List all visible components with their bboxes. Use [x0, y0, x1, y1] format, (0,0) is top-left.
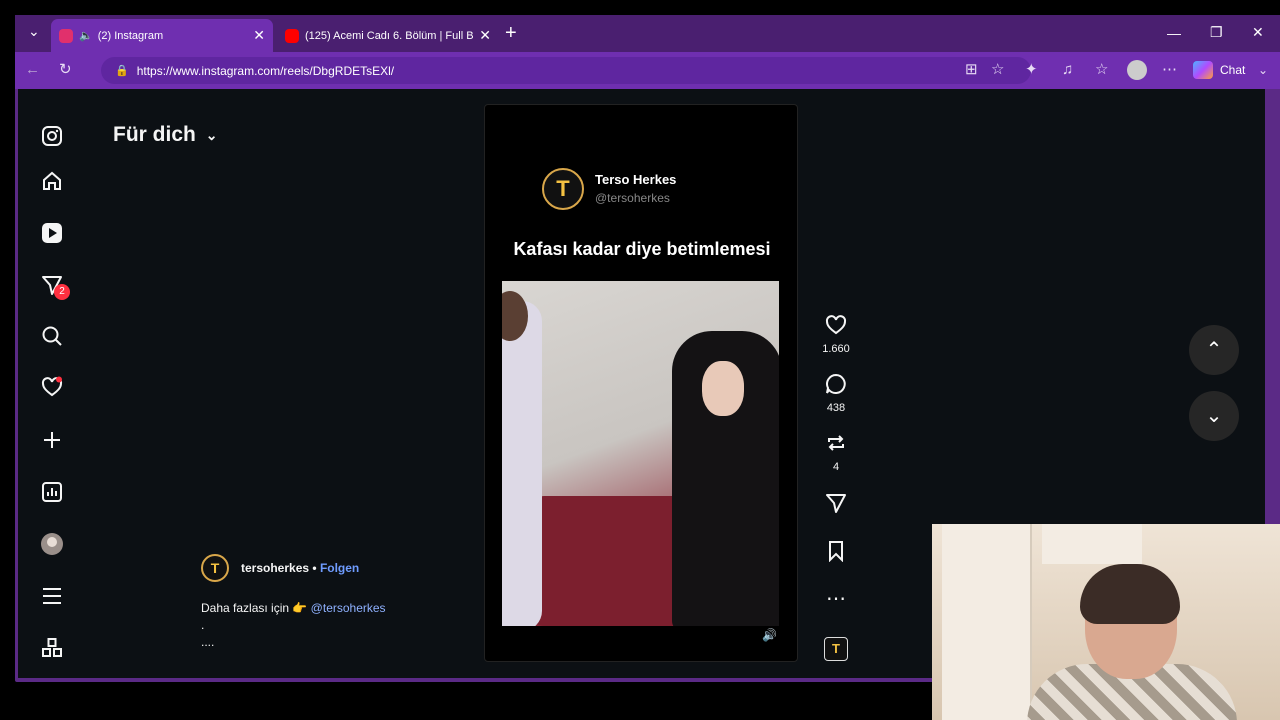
- comments-count: 438: [826, 402, 846, 414]
- chevron-up-icon: ⌃: [1205, 339, 1223, 361]
- search-icon[interactable]: [40, 325, 64, 349]
- copilot-icon[interactable]: [1193, 61, 1213, 79]
- heart-icon: [818, 314, 854, 342]
- like-button[interactable]: 1.660: [818, 314, 854, 355]
- separator: •: [312, 561, 317, 575]
- media-icon[interactable]: ♫: [1062, 61, 1073, 79]
- previous-reel-button[interactable]: ⌃: [1189, 325, 1239, 375]
- author-username[interactable]: tersoherkes: [241, 561, 309, 575]
- share-icon: [818, 492, 854, 520]
- home-icon[interactable]: [40, 170, 64, 194]
- reel-caption: Kafası kadar diye betimlemesi: [513, 239, 771, 259]
- reel-player[interactable]: T Terso Herkes @tersoherkes Kafası kadar…: [484, 104, 798, 662]
- tab-instagram[interactable]: 🔈 (2) Instagram ✕: [51, 19, 273, 52]
- instagram-favicon-icon: [59, 28, 73, 43]
- speaker-icon[interactable]: 🔈: [79, 29, 93, 42]
- more-menu-icon[interactable]: ⋯: [1162, 61, 1177, 79]
- speaker-icon[interactable]: 🔊: [762, 628, 777, 642]
- feed-selector[interactable]: Für dich ⌄: [113, 123, 217, 147]
- new-tab-icon[interactable]: +: [505, 22, 517, 45]
- reel-author-handle: @tersoherkes: [595, 191, 670, 205]
- favorite-star-icon[interactable]: ☆: [991, 61, 1004, 79]
- video-person-left: [502, 301, 542, 626]
- more-dots-icon: ⋯: [826, 588, 846, 610]
- notifications-heart-icon[interactable]: [40, 376, 64, 400]
- share-button[interactable]: [818, 492, 854, 520]
- tab-list-chevron-icon[interactable]: ⌄: [28, 23, 40, 40]
- likes-count: 1.660: [822, 343, 850, 355]
- more-options-button[interactable]: ⋯: [818, 587, 854, 611]
- follow-button[interactable]: Folgen: [320, 561, 359, 575]
- description-dot: .: [201, 618, 205, 632]
- reel-video[interactable]: [502, 281, 779, 626]
- also-from-meta-icon[interactable]: [40, 637, 64, 661]
- url-text: https://www.instagram.com/reels/DbgRDETs…: [136, 63, 395, 78]
- comment-icon: [818, 373, 854, 401]
- feed-title: Für dich: [113, 123, 196, 146]
- close-tab-icon[interactable]: ✕: [479, 27, 491, 44]
- post-description: Daha fazlası için 👉 @tersoherkes . ....: [201, 600, 386, 651]
- webcam-cabinet: [1042, 524, 1142, 564]
- refresh-icon[interactable]: ↻: [59, 61, 72, 79]
- minimize-icon[interactable]: —: [1167, 25, 1181, 41]
- address-bar: ← ↻ 🔒 https://www.instagram.com/reels/Db…: [15, 52, 1280, 89]
- dashboard-icon[interactable]: [40, 481, 64, 505]
- chevron-down-icon: ⌄: [205, 126, 218, 143]
- audio-avatar[interactable]: T: [818, 637, 854, 661]
- url-field[interactable]: 🔒 https://www.instagram.com/reels/DbgRDE…: [101, 57, 1031, 84]
- extensions-icon[interactable]: ✦: [1025, 61, 1038, 79]
- next-reel-button[interactable]: ⌄: [1189, 391, 1239, 441]
- instagram-logo-icon[interactable]: [40, 125, 64, 149]
- profile-avatar[interactable]: [1127, 60, 1147, 80]
- reel-author-avatar: T: [542, 168, 584, 210]
- more-hamburger-icon[interactable]: [40, 585, 64, 609]
- webcam-overlay: [932, 524, 1280, 720]
- audio-thumbnail: T: [824, 637, 848, 661]
- lock-icon[interactable]: 🔒: [115, 64, 129, 77]
- reels-icon[interactable]: [40, 222, 64, 246]
- restore-icon[interactable]: ❐: [1210, 24, 1223, 41]
- notification-badge: 2: [54, 284, 70, 300]
- reposts-count: 4: [832, 461, 840, 473]
- description-text: Daha fazlası için 👉: [201, 601, 308, 615]
- video-sofa: [532, 496, 692, 626]
- chat-button[interactable]: Chat: [1220, 61, 1245, 79]
- tab-bar: ⌄ 🔈 (2) Instagram ✕ (125) Acemi Cadı 6. …: [15, 15, 1280, 52]
- back-icon[interactable]: ←: [25, 61, 40, 79]
- repost-button[interactable]: 4: [818, 432, 854, 473]
- description-more[interactable]: ....: [201, 634, 386, 651]
- mention-link[interactable]: @tersoherkes: [311, 601, 386, 615]
- messages-icon[interactable]: 2: [40, 274, 70, 300]
- tab-title: (2) Instagram: [97, 29, 164, 42]
- close-window-icon[interactable]: ✕: [1252, 24, 1264, 41]
- reel-author-name: Terso Herkes: [595, 172, 677, 187]
- webcam-door: [942, 524, 1032, 720]
- comment-button[interactable]: 438: [818, 373, 854, 414]
- author-avatar[interactable]: T: [201, 554, 229, 582]
- bookmark-icon: [818, 540, 854, 568]
- save-button[interactable]: [818, 540, 854, 568]
- chevron-down-icon[interactable]: ⌄: [1258, 61, 1268, 79]
- profile-avatar-icon[interactable]: [40, 532, 64, 556]
- favorites-icon[interactable]: ☆: [1095, 61, 1108, 79]
- tab-title: (125) Acemi Cadı 6. Bölüm | Full Bö: [305, 29, 474, 42]
- app-available-icon[interactable]: ⊞: [965, 61, 978, 79]
- create-plus-icon[interactable]: [40, 429, 64, 453]
- youtube-favicon-icon: [285, 28, 299, 43]
- close-tab-icon[interactable]: ✕: [253, 27, 265, 44]
- video-person-right-face: [702, 361, 744, 416]
- webcam-person-hair: [1080, 564, 1180, 624]
- repost-icon: [818, 432, 854, 460]
- chevron-down-icon: ⌄: [1205, 405, 1223, 427]
- tab-youtube[interactable]: (125) Acemi Cadı 6. Bölüm | Full Bö ✕: [277, 19, 499, 52]
